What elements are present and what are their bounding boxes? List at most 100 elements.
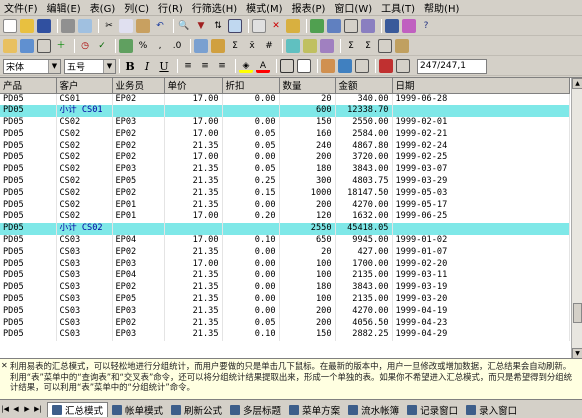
menu-item-6[interactable]: 模式(M) xyxy=(246,0,282,15)
table-cell[interactable]: 200 xyxy=(279,199,336,212)
table-cell[interactable]: 2550.00 xyxy=(335,117,393,129)
table-row[interactable]: PD05 CS02 EP05 21.35 0.25 300 4803.75 1999-03-2… xyxy=(0,176,570,188)
table-cell[interactable]: 17.00 xyxy=(164,117,223,129)
table-cell[interactable]: 300 xyxy=(279,176,336,188)
column-header[interactable]: 金额 xyxy=(335,78,393,94)
table-cell[interactable]: 1999-03-29 xyxy=(392,176,570,188)
menu-item-2[interactable]: 表(G) xyxy=(90,0,116,15)
table-cell[interactable]: PD05 xyxy=(0,128,57,141)
table-cell[interactable]: 21.35 xyxy=(164,246,223,259)
table-cell[interactable]: EP02 xyxy=(112,128,165,141)
undo-icon[interactable]: ↶ xyxy=(153,19,167,33)
tab-5[interactable]: 流水帐簿 xyxy=(344,402,403,417)
table-cell[interactable]: PD05 xyxy=(0,329,57,342)
table-cell[interactable]: 240 xyxy=(279,140,336,153)
align-center-icon[interactable]: ≡ xyxy=(198,59,212,73)
scroll-down-icon[interactable]: ▼ xyxy=(572,348,582,358)
first-tab-icon[interactable]: |◀ xyxy=(0,404,10,415)
font-size-select[interactable]: 五号 ▼ xyxy=(64,58,116,74)
table-cell[interactable]: 18147.50 xyxy=(335,187,393,200)
check-icon[interactable]: ✓ xyxy=(95,39,109,53)
table-cell[interactable]: PD05 xyxy=(0,93,57,106)
table-row[interactable]: PD05 CS02 EP03 21.35 0.05 180 3843.00 1999-03-0… xyxy=(0,164,570,177)
table-cell[interactable]: 21.35 xyxy=(164,140,223,153)
table-cell[interactable]: 0.00 xyxy=(222,270,280,283)
table-cell[interactable]: PD05 xyxy=(0,199,57,212)
table-row[interactable]: PD05 CS03 EP04 17.00 0.10 650 9945.00 1999-01-0… xyxy=(0,235,570,247)
table-cell[interactable]: EP04 xyxy=(112,235,165,247)
table-cell[interactable]: PD05 xyxy=(0,187,57,200)
table-cell[interactable]: 650 xyxy=(279,235,336,247)
table-cell[interactable]: 12338.70 xyxy=(335,105,393,118)
table-cell[interactable]: 427.00 xyxy=(335,246,393,259)
table-cell[interactable]: 180 xyxy=(279,164,336,177)
table-cell[interactable]: 1999-04-23 xyxy=(392,317,570,330)
column-header[interactable]: 单价 xyxy=(164,78,223,94)
table-cell[interactable]: CS02 xyxy=(56,140,113,153)
table-cell[interactable]: 200 xyxy=(279,317,336,330)
table-cell[interactable]: CS02 xyxy=(56,117,113,129)
column-header[interactable]: 客户 xyxy=(56,78,113,94)
table-cell[interactable]: EP03 xyxy=(112,305,165,318)
table-cell[interactable]: CS02 xyxy=(56,176,113,188)
cut-icon[interactable]: ✂ xyxy=(102,19,116,33)
table-icon[interactable] xyxy=(228,19,242,33)
row-icon[interactable] xyxy=(20,39,34,53)
help-icon[interactable]: ? xyxy=(419,19,433,33)
subtotal-row[interactable]: PD05 小计 CS01 600 12338.70 xyxy=(0,105,570,118)
table-cell[interactable]: PD05 xyxy=(0,176,57,188)
record-list-icon[interactable] xyxy=(396,59,410,73)
font-color-icon[interactable]: A xyxy=(256,59,270,73)
table-cell[interactable]: 0.00 xyxy=(222,199,280,212)
pivot-icon[interactable] xyxy=(320,39,334,53)
table-cell[interactable]: 0.00 xyxy=(222,152,280,165)
table-cell[interactable]: EP05 xyxy=(112,294,165,306)
underline-button[interactable]: U xyxy=(157,60,171,73)
table-cell[interactable]: PD05 xyxy=(0,223,57,236)
tab-3[interactable]: 多层标题 xyxy=(226,402,285,417)
bold-button[interactable]: B xyxy=(123,60,137,73)
table-cell[interactable]: 21.35 xyxy=(164,187,223,200)
table-row[interactable]: PD05 CS03 EP03 21.35 0.00 200 4270.00 1999-04-1… xyxy=(0,305,570,318)
table-cell[interactable]: 小计 CS02 xyxy=(56,223,113,236)
align-right-icon[interactable]: ≡ xyxy=(215,59,229,73)
table-cell[interactable]: 1999-02-01 xyxy=(392,117,570,129)
table-cell[interactable]: 1000 xyxy=(279,187,336,200)
table-cell[interactable]: CS03 xyxy=(56,294,113,306)
align-left-icon[interactable]: ≡ xyxy=(181,59,195,73)
table-row[interactable]: PD05 CS02 EP01 21.35 0.00 200 4270.00 1999-05-1… xyxy=(0,199,570,212)
column-header[interactable]: 产品 xyxy=(0,78,57,94)
table-cell[interactable]: 17.00 xyxy=(164,235,223,247)
table-row[interactable]: PD05 CS02 EP02 17.00 0.00 200 3720.00 1999-02-2… xyxy=(0,152,570,165)
table-cell[interactable]: 21.35 xyxy=(164,305,223,318)
new-icon[interactable] xyxy=(3,19,17,33)
table-cell[interactable]: 2135.00 xyxy=(335,294,393,306)
table-cell[interactable]: 21.35 xyxy=(164,282,223,295)
column-header[interactable]: 业务员 xyxy=(112,78,165,94)
table-cell[interactable]: 200 xyxy=(279,305,336,318)
open-icon[interactable] xyxy=(20,19,34,33)
table-cell[interactable] xyxy=(112,223,165,236)
table-cell[interactable]: 4803.75 xyxy=(335,176,393,188)
table-cell[interactable]: 21.35 xyxy=(164,329,223,342)
table-cell[interactable]: 180 xyxy=(279,282,336,295)
sum-icon[interactable]: Σ xyxy=(344,39,358,53)
table-cell[interactable]: 0.00 xyxy=(222,246,280,259)
add-icon[interactable]: ＋ xyxy=(54,39,68,53)
delete-row-icon[interactable]: ✕ xyxy=(269,19,283,33)
table-cell[interactable]: 21.35 xyxy=(164,270,223,283)
last-tab-icon[interactable]: ▶| xyxy=(33,404,43,415)
table-cell[interactable]: 100 xyxy=(279,258,336,271)
sum-icon[interactable]: Σ xyxy=(228,39,242,53)
table-cell[interactable] xyxy=(112,105,165,118)
table-row[interactable]: PD05 CS03 EP02 21.35 0.00 20 427.00 1999-01-07 xyxy=(0,246,570,259)
table-cell[interactable]: 0.00 xyxy=(222,305,280,318)
table-cell[interactable] xyxy=(164,223,223,236)
table-cell[interactable]: 1999-05-17 xyxy=(392,199,570,212)
borders-icon[interactable] xyxy=(280,59,294,73)
menu-item-9[interactable]: 工具(T) xyxy=(381,0,415,15)
table-cell[interactable]: 9945.00 xyxy=(335,235,393,247)
table-cell[interactable]: PD05 xyxy=(0,235,57,247)
menu-item-3[interactable]: 列(C) xyxy=(124,0,149,15)
thousands-icon[interactable]: , xyxy=(153,39,167,53)
